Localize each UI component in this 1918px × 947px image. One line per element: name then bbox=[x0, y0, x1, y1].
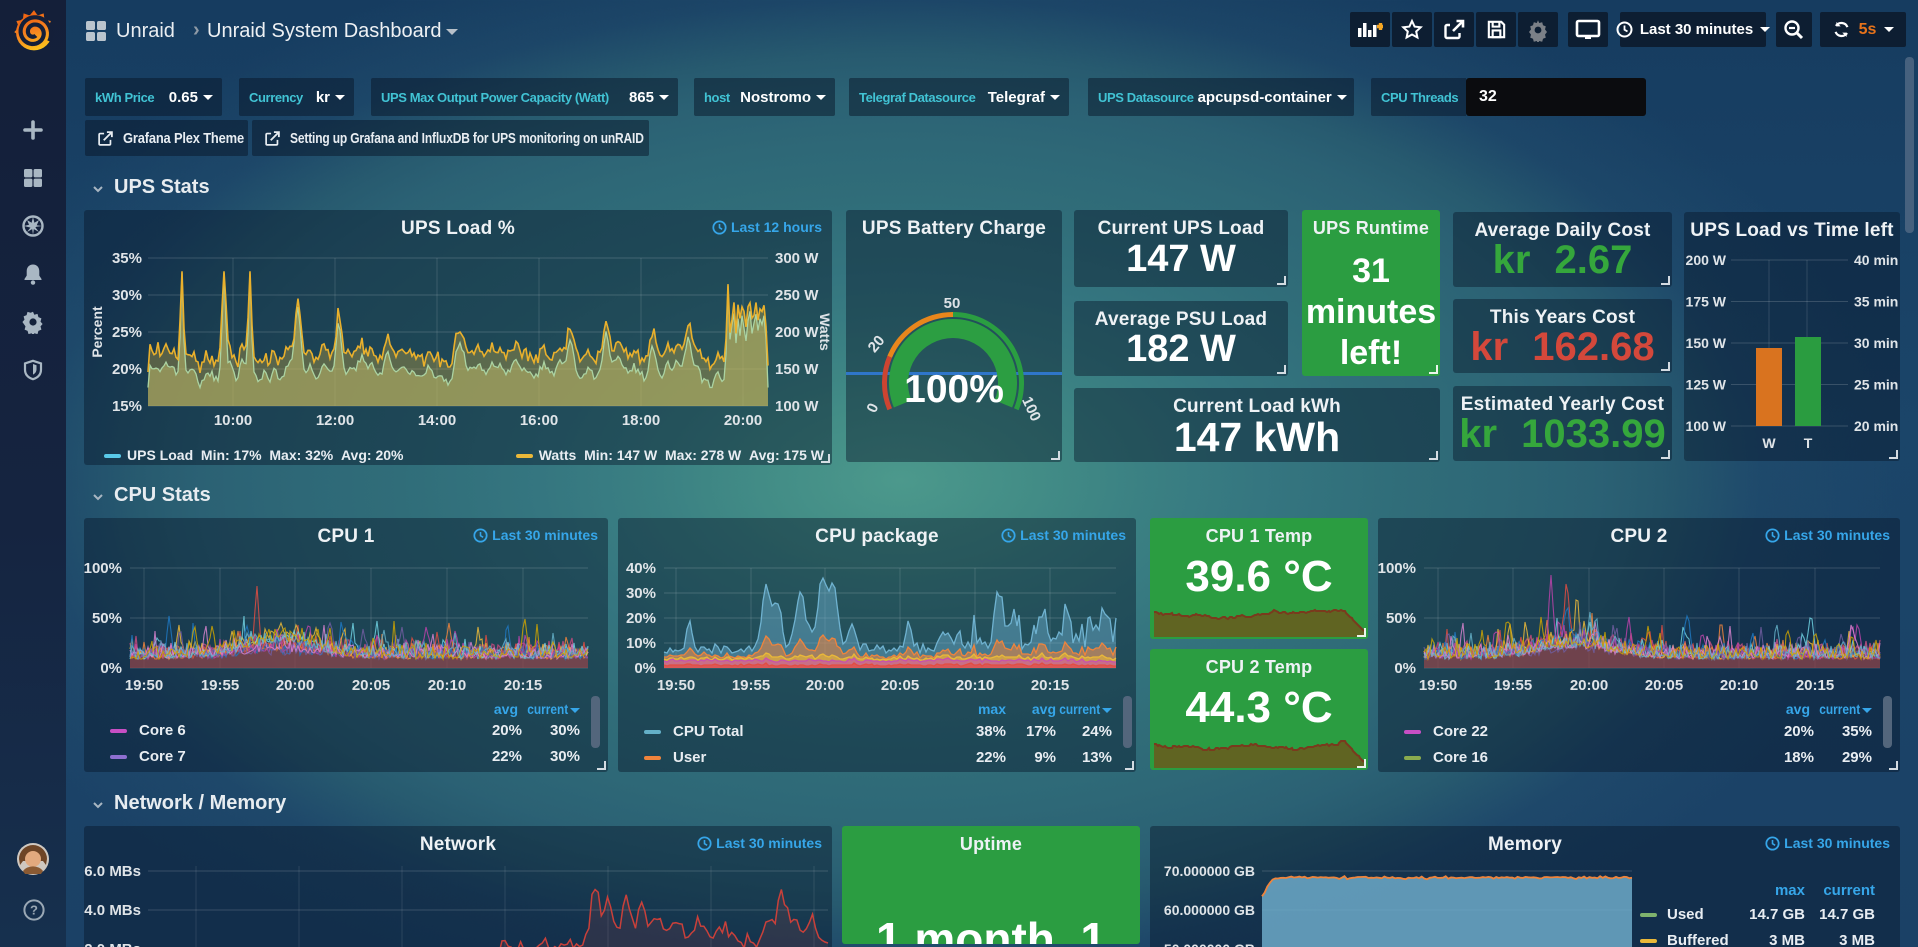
svg-text:18:00: 18:00 bbox=[622, 412, 660, 429]
svg-text:60.000000 GB: 60.000000 GB bbox=[1164, 902, 1255, 918]
svg-text:20:10: 20:10 bbox=[428, 677, 466, 694]
svg-text:20:15: 20:15 bbox=[1031, 677, 1069, 694]
svg-text:150 W: 150 W bbox=[1686, 335, 1727, 351]
svg-text:100%: 100% bbox=[84, 560, 122, 577]
svg-text:6.0 MBs: 6.0 MBs bbox=[84, 863, 141, 880]
svg-text:100 W: 100 W bbox=[775, 398, 819, 415]
svg-text:20:00: 20:00 bbox=[276, 677, 314, 694]
svg-text:14:00: 14:00 bbox=[418, 412, 456, 429]
svg-text:19:50: 19:50 bbox=[657, 677, 695, 694]
svg-text:30 min: 30 min bbox=[1854, 335, 1898, 351]
svg-text:0%: 0% bbox=[100, 660, 122, 677]
svg-text:W: W bbox=[1762, 435, 1776, 451]
svg-text:100 W: 100 W bbox=[1686, 418, 1727, 434]
svg-text:25%: 25% bbox=[112, 324, 142, 341]
svg-text:20 min: 20 min bbox=[1854, 418, 1898, 434]
svg-text:19:55: 19:55 bbox=[201, 677, 239, 694]
svg-text:250 W: 250 W bbox=[775, 287, 819, 304]
svg-text:2.0 MBs: 2.0 MBs bbox=[84, 941, 141, 947]
svg-text:0%: 0% bbox=[634, 660, 656, 677]
svg-text:20:00: 20:00 bbox=[806, 677, 844, 694]
svg-text:19:55: 19:55 bbox=[732, 677, 770, 694]
svg-text:175 W: 175 W bbox=[1686, 294, 1727, 310]
svg-text:35 min: 35 min bbox=[1854, 294, 1898, 310]
svg-text:30%: 30% bbox=[112, 287, 142, 304]
svg-text:50: 50 bbox=[944, 295, 961, 312]
svg-text:19:55: 19:55 bbox=[1494, 677, 1532, 694]
svg-text:20:10: 20:10 bbox=[1720, 677, 1758, 694]
svg-text:20:05: 20:05 bbox=[881, 677, 919, 694]
svg-text:?: ? bbox=[30, 903, 38, 918]
svg-text:20:00: 20:00 bbox=[1570, 677, 1608, 694]
svg-text:19:50: 19:50 bbox=[1419, 677, 1457, 694]
svg-text:125 W: 125 W bbox=[1686, 377, 1727, 393]
svg-text:20: 20 bbox=[865, 332, 889, 356]
svg-text:200 W: 200 W bbox=[1686, 252, 1727, 268]
svg-text:20%: 20% bbox=[112, 361, 142, 378]
svg-text:25 min: 25 min bbox=[1854, 377, 1898, 393]
svg-text:Percent: Percent bbox=[89, 306, 105, 358]
svg-text:20:15: 20:15 bbox=[1796, 677, 1834, 694]
svg-text:20:10: 20:10 bbox=[956, 677, 994, 694]
svg-text:4.0 MBs: 4.0 MBs bbox=[84, 902, 141, 919]
svg-text:30%: 30% bbox=[626, 585, 656, 602]
svg-text:20%: 20% bbox=[626, 610, 656, 627]
svg-text:50%: 50% bbox=[1386, 610, 1416, 627]
svg-text:20:00: 20:00 bbox=[724, 412, 762, 429]
svg-text:300 W: 300 W bbox=[775, 250, 819, 267]
svg-text:50.000000 GB: 50.000000 GB bbox=[1164, 941, 1255, 947]
svg-text:150 W: 150 W bbox=[775, 361, 819, 378]
svg-text:20:05: 20:05 bbox=[352, 677, 390, 694]
svg-text:70.000000 GB: 70.000000 GB bbox=[1164, 863, 1255, 879]
svg-text:16:00: 16:00 bbox=[520, 412, 558, 429]
svg-text:12:00: 12:00 bbox=[316, 412, 354, 429]
svg-text:40 min: 40 min bbox=[1854, 252, 1898, 268]
svg-text:19:50: 19:50 bbox=[125, 677, 163, 694]
svg-text:35%: 35% bbox=[112, 250, 142, 267]
svg-text:100%: 100% bbox=[1378, 560, 1416, 577]
svg-text:Watts: Watts bbox=[817, 313, 832, 351]
svg-text:200 W: 200 W bbox=[775, 324, 819, 341]
svg-text:50%: 50% bbox=[92, 610, 122, 627]
svg-text:10%: 10% bbox=[626, 635, 656, 652]
svg-text:20:05: 20:05 bbox=[1645, 677, 1683, 694]
svg-text:40%: 40% bbox=[626, 560, 656, 577]
svg-text:T: T bbox=[1804, 435, 1813, 451]
svg-text:0%: 0% bbox=[1394, 660, 1416, 677]
svg-text:15%: 15% bbox=[112, 398, 142, 415]
svg-text:10:00: 10:00 bbox=[214, 412, 252, 429]
svg-text:20:15: 20:15 bbox=[504, 677, 542, 694]
